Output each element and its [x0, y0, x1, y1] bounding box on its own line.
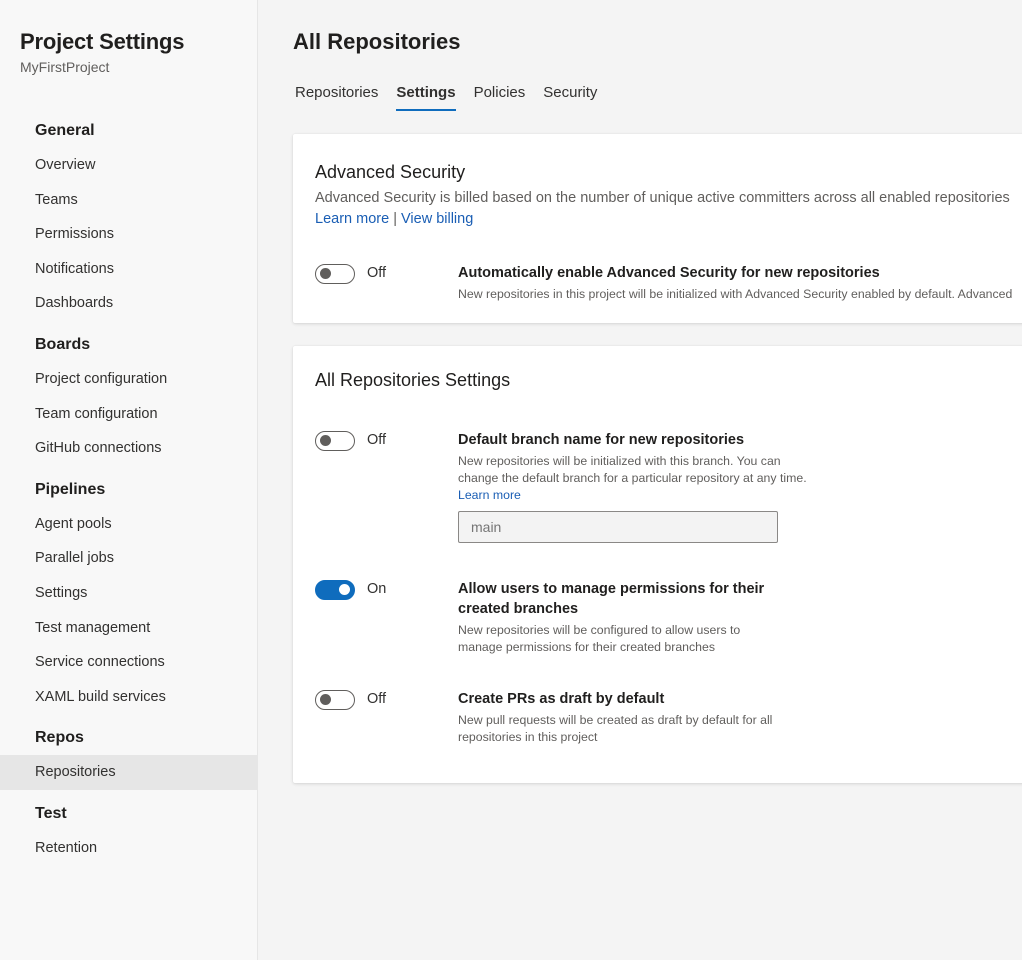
setting-description: New repositories will be initialized wit…	[458, 453, 808, 504]
tab-repositories[interactable]: Repositories	[295, 80, 378, 111]
learn-more-link[interactable]: Learn more	[315, 211, 389, 227]
sidebar-item-notifications[interactable]: Notifications	[0, 252, 258, 287]
view-billing-link[interactable]: View billing	[401, 211, 473, 227]
setting-description-text: New repositories will be initialized wit…	[458, 454, 807, 485]
auto-enable-advsec-toggle[interactable]	[315, 264, 355, 284]
toggle-knob	[320, 694, 331, 705]
sidebar-item-teams[interactable]: Teams	[0, 183, 258, 218]
sidebar-item-xaml-build-services[interactable]: XAML build services	[0, 680, 258, 715]
toggle-knob	[320, 268, 331, 279]
tab-security[interactable]: Security	[543, 80, 597, 111]
learn-more-link[interactable]: Learn more	[458, 488, 521, 502]
sidebar-item-parallel-jobs[interactable]: Parallel jobs	[0, 541, 258, 576]
sidebar-item-service-connections[interactable]: Service connections	[0, 645, 258, 680]
sidebar-title: Project Settings	[20, 29, 185, 54]
sidebar-item-repositories[interactable]: Repositories	[0, 755, 258, 790]
setting-description: New repositories in this project will be…	[458, 287, 1013, 301]
sidebar-item-project-configuration[interactable]: Project configuration	[0, 362, 258, 397]
setting-description: New pull requests will be created as dra…	[458, 713, 773, 744]
sidebar-item-github-connections[interactable]: GitHub connections	[0, 431, 258, 466]
advanced-security-description: Advanced Security is billed based on the…	[315, 190, 1010, 206]
main-content: All Repositories Repositories Settings P…	[259, 0, 1022, 960]
link-separator: |	[393, 211, 397, 227]
toggle-state-label: Off	[367, 265, 387, 281]
sidebar-item-agent-pools[interactable]: Agent pools	[0, 507, 258, 542]
toggle-knob	[339, 584, 350, 595]
setting-title: Allow users to manage permissions for th…	[458, 581, 765, 617]
advanced-security-links: Learn more | View billing	[315, 211, 473, 227]
nav-group-test: Test	[35, 804, 67, 822]
sidebar-item-permissions[interactable]: Permissions	[0, 217, 258, 252]
toggle-state-label: Off	[367, 691, 387, 707]
sidebar-item-retention[interactable]: Retention	[0, 831, 258, 866]
sidebar-item-test-management[interactable]: Test management	[0, 611, 258, 646]
project-name: MyFirstProject	[20, 59, 110, 75]
sidebar-item-dashboards[interactable]: Dashboards	[0, 286, 258, 321]
default-branch-toggle[interactable]	[315, 431, 355, 451]
setting-description: New repositories will be configured to a…	[458, 623, 741, 654]
tab-bar: Repositories Settings Policies Security	[295, 80, 615, 111]
setting-title: Default branch name for new repositories	[458, 432, 745, 448]
toggle-state-label: Off	[367, 432, 387, 448]
advanced-security-title: Advanced Security	[315, 162, 466, 182]
page-title: All Repositories	[293, 29, 461, 54]
sidebar-item-team-configuration[interactable]: Team configuration	[0, 397, 258, 432]
advanced-security-card: Advanced Security Advanced Security is b…	[293, 134, 1022, 323]
toggle-knob	[320, 435, 331, 446]
tab-policies[interactable]: Policies	[474, 80, 526, 111]
toggle-state-label: On	[367, 581, 387, 597]
setting-title: Automatically enable Advanced Security f…	[458, 265, 880, 281]
sidebar-nav: General Overview Teams Permissions Notif…	[0, 114, 258, 866]
nav-group-boards: Boards	[35, 335, 91, 353]
repo-settings-card: All Repositories Settings Off Default br…	[293, 346, 1022, 783]
sidebar-item-overview[interactable]: Overview	[0, 148, 258, 183]
setting-title: Create PRs as draft by default	[458, 691, 665, 707]
sidebar-item-settings[interactable]: Settings	[0, 576, 258, 611]
nav-group-repos: Repos	[35, 729, 84, 747]
repo-settings-title: All Repositories Settings	[315, 370, 511, 390]
tab-settings[interactable]: Settings	[396, 80, 456, 111]
default-branch-input[interactable]	[458, 511, 778, 543]
sidebar: Project Settings MyFirstProject General …	[0, 0, 258, 960]
manage-permissions-toggle[interactable]	[315, 580, 355, 600]
nav-group-pipelines: Pipelines	[35, 480, 106, 498]
draft-prs-toggle[interactable]	[315, 690, 355, 710]
nav-group-general: General	[35, 122, 95, 139]
